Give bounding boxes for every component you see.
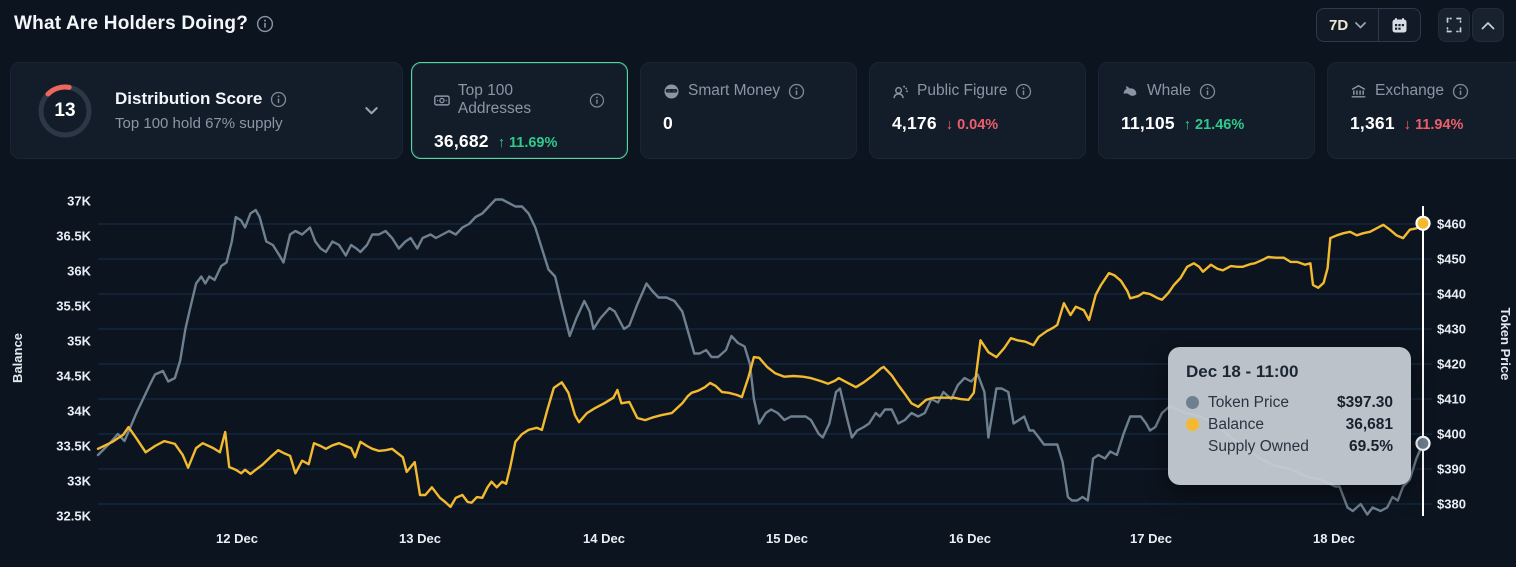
x-axis-tick: 12 Dec — [216, 531, 258, 546]
left-axis-tick: 36K — [67, 264, 91, 279]
left-axis-title: Balance — [10, 333, 25, 383]
price-marker-dot — [1415, 435, 1431, 451]
right-axis-tick: $440 — [1437, 287, 1466, 302]
tooltip-date: Dec 18 - 11:00 — [1186, 362, 1299, 381]
tooltip-row-token-price: Token Price $397.30 — [1186, 393, 1393, 412]
right-axis-tick: $450 — [1437, 252, 1466, 267]
left-axis-tick: 33K — [67, 474, 91, 489]
right-axis-tick: $460 — [1437, 217, 1466, 232]
holders-dashboard: What Are Holders Doing? 7D 13 Distributi… — [0, 0, 1516, 567]
x-axis-tick: 15 Dec — [766, 531, 808, 546]
right-axis-title: Token Price — [1498, 308, 1513, 381]
right-axis-tick: $390 — [1437, 462, 1466, 477]
left-axis-tick: 37K — [67, 194, 91, 209]
chart-tooltip: Dec 18 - 11:00 Token Price $397.30 Balan… — [1168, 347, 1411, 485]
tooltip-row-balance: Balance 36,681 — [1186, 415, 1393, 434]
right-axis-tick: $420 — [1437, 357, 1466, 372]
right-axis-tick: $430 — [1437, 322, 1466, 337]
right-axis-tick: $410 — [1437, 392, 1466, 407]
x-axis-tick: 18 Dec — [1313, 531, 1355, 546]
balance-dot — [1186, 418, 1199, 431]
token-price-dot — [1186, 396, 1199, 409]
x-axis-tick: 13 Dec — [399, 531, 441, 546]
left-axis-tick: 35K — [67, 334, 91, 349]
left-axis-tick: 34K — [67, 404, 91, 419]
right-axis-tick: $400 — [1437, 427, 1466, 442]
left-axis-tick: 35.5K — [56, 299, 91, 314]
left-axis-tick: 32.5K — [56, 509, 91, 524]
right-axis-tick: $380 — [1437, 497, 1466, 512]
x-axis-tick: 14 Dec — [583, 531, 625, 546]
left-axis-tick: 33.5K — [56, 439, 91, 454]
left-axis-tick: 34.5K — [56, 369, 91, 384]
tooltip-row-supply-owned: Supply Owned 69.5% — [1186, 437, 1393, 456]
supply-dot-spacer — [1186, 440, 1199, 453]
x-axis-tick: 17 Dec — [1130, 531, 1172, 546]
left-axis-tick: 36.5K — [56, 229, 91, 244]
x-axis-tick: 16 Dec — [949, 531, 991, 546]
balance-marker-dot — [1415, 215, 1431, 231]
